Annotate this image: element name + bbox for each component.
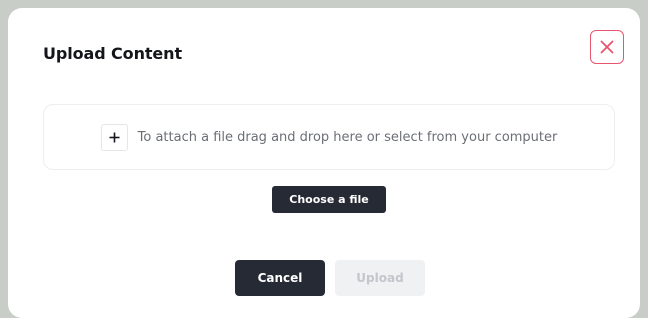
cancel-button[interactable]: Cancel bbox=[235, 260, 325, 296]
add-file-button[interactable] bbox=[100, 123, 128, 151]
dialog-title: Upload Content bbox=[43, 44, 183, 63]
upload-button[interactable]: Upload bbox=[335, 260, 425, 296]
close-button[interactable] bbox=[590, 30, 624, 64]
drop-zone-instructions: To attach a file drag and drop here or s… bbox=[137, 129, 558, 145]
upload-content-dialog: Upload Content To attach a file drag and… bbox=[8, 8, 640, 318]
close-icon bbox=[600, 40, 614, 54]
file-drop-zone[interactable]: To attach a file drag and drop here or s… bbox=[43, 104, 615, 170]
choose-file-button[interactable]: Choose a file bbox=[272, 186, 386, 213]
plus-icon bbox=[109, 128, 120, 147]
